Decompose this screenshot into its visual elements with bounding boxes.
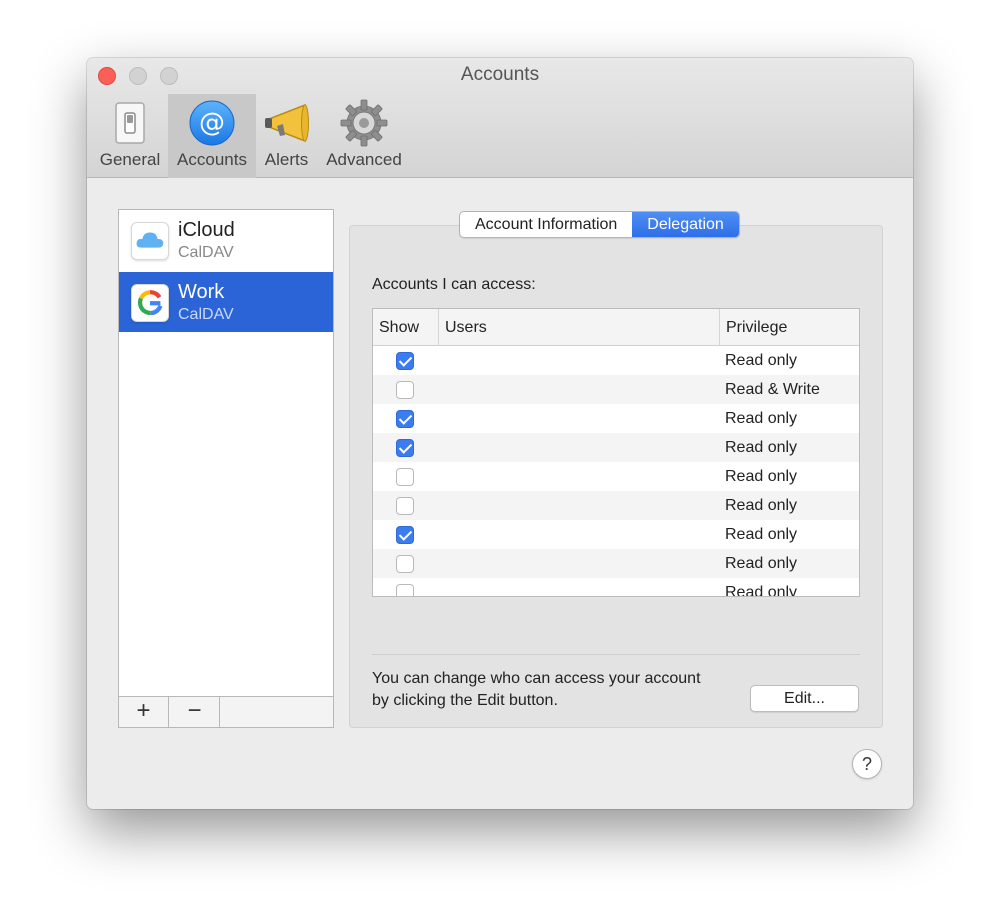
privilege-cell: Read only <box>725 526 798 543</box>
toolbar-general[interactable]: General <box>95 94 165 178</box>
account-type: CalDAV <box>178 306 234 323</box>
privilege-cell: Read only <box>725 555 798 572</box>
show-checkbox[interactable] <box>396 410 414 428</box>
table-row[interactable]: Read only <box>373 549 859 578</box>
privilege-cell: Read only <box>725 468 798 485</box>
table-row[interactable]: Read only <box>373 404 859 433</box>
switch-icon <box>115 102 145 144</box>
account-name: Work <box>178 281 225 303</box>
add-account-button[interactable]: + <box>119 697 169 727</box>
tab-account-information[interactable]: Account Information <box>460 212 632 237</box>
toolbar-alerts-label: Alerts <box>264 150 309 169</box>
privilege-cell: Read only <box>725 410 798 427</box>
toolbar-accounts[interactable]: @ Accounts <box>168 94 256 178</box>
column-header-show[interactable]: Show <box>373 309 438 346</box>
help-button[interactable]: ? <box>852 749 882 779</box>
column-header-users[interactable]: Users <box>438 309 719 346</box>
toolbar-advanced[interactable]: Advanced <box>322 94 406 178</box>
at-sign-icon: @ <box>189 100 235 146</box>
table-row[interactable]: Read only <box>373 462 859 491</box>
section-label: Accounts I can access: <box>372 276 536 293</box>
edit-help-text: You can change who can access your accou… <box>372 670 701 709</box>
account-list[interactable]: iCloud CalDAV Work CalDAV <box>118 209 334 728</box>
account-item-work[interactable]: Work CalDAV <box>119 272 333 332</box>
table-row[interactable]: Read only <box>373 346 859 375</box>
svg-text:@: @ <box>199 108 225 138</box>
gear-icon <box>340 99 388 147</box>
remove-account-button[interactable]: − <box>170 697 220 727</box>
delegation-table[interactable]: Show Users Privilege Read only Read & Wri… <box>372 308 860 597</box>
account-name: iCloud <box>178 219 235 241</box>
divider <box>372 654 860 655</box>
table-row[interactable]: Read only <box>373 520 859 549</box>
toolbar-advanced-label: Advanced <box>326 150 402 169</box>
account-list-toolbar: + − <box>118 696 334 728</box>
column-header-privilege[interactable]: Privilege <box>719 309 859 346</box>
tab-bar: Account Information Delegation <box>459 211 740 238</box>
table-header: Show Users Privilege <box>373 309 859 346</box>
show-checkbox[interactable] <box>396 439 414 457</box>
preferences-window: Accounts General @ Accounts Alerts Advan… <box>87 58 913 809</box>
tab-delegation[interactable]: Delegation <box>632 212 739 237</box>
table-row[interactable]: Read & Write <box>373 375 859 404</box>
privilege-cell: Read & Write <box>725 381 820 398</box>
show-checkbox[interactable] <box>396 352 414 370</box>
show-checkbox[interactable] <box>396 584 414 596</box>
show-checkbox[interactable] <box>396 468 414 486</box>
show-checkbox[interactable] <box>396 555 414 573</box>
show-checkbox[interactable] <box>396 526 414 544</box>
show-checkbox[interactable] <box>396 381 414 399</box>
privilege-cell: Read only <box>725 584 798 597</box>
edit-button[interactable]: Edit... <box>750 685 859 712</box>
show-checkbox[interactable] <box>396 497 414 515</box>
icloud-icon <box>131 222 169 260</box>
privilege-cell: Read only <box>725 497 798 514</box>
account-type: CalDAV <box>178 244 234 261</box>
account-item-icloud[interactable]: iCloud CalDAV <box>119 210 333 270</box>
window-title: Accounts <box>460 64 540 85</box>
table-row[interactable]: Read only <box>373 491 859 520</box>
toolbar-alerts[interactable]: Alerts <box>259 94 314 178</box>
table-row[interactable]: Read only <box>373 578 859 597</box>
toolbar-general-label: General <box>99 150 161 169</box>
privilege-cell: Read only <box>725 352 798 369</box>
table-row[interactable]: Read only <box>373 433 859 462</box>
megaphone-icon <box>264 103 309 143</box>
toolbar-accounts-label: Accounts <box>177 150 247 169</box>
google-icon <box>131 284 169 322</box>
titlebar: Accounts General @ Accounts Alerts Advan… <box>87 58 913 178</box>
privilege-cell: Read only <box>725 439 798 456</box>
